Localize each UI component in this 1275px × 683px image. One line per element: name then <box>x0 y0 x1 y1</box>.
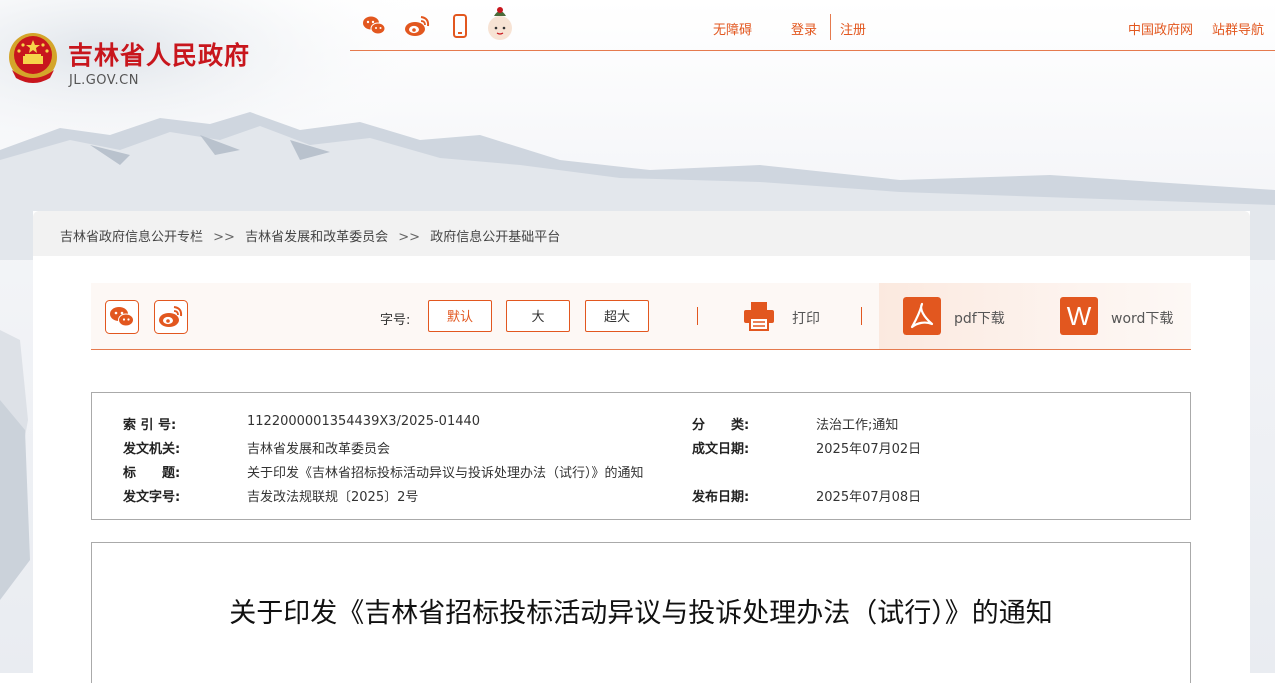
login-divider <box>830 14 831 40</box>
publish-date-label: 发布日期: <box>692 490 750 505</box>
breadcrumb-item-platform[interactable]: 政府信息公开基础平台 <box>430 230 560 245</box>
content-panel: 吉林省政府信息公开专栏 >> 吉林省发展和改革委员会 >> 政府信息公开基础平台… <box>33 211 1250 683</box>
toolbar-divider <box>697 307 698 325</box>
download-area: pdf下载 W word下载 <box>879 283 1191 349</box>
written-date-label: 成文日期: <box>692 442 750 457</box>
written-date-value: 2025年07月02日 <box>816 442 922 457</box>
toolbar-divider <box>861 307 862 325</box>
breadcrumb-item-info-column[interactable]: 吉林省政府信息公开专栏 <box>60 230 203 245</box>
article-toolbar: 字号: 默认 大 超大 打印 pdf下载 W word下载 <box>91 283 1191 350</box>
document-number-value: 吉发改法规联规〔2025〕2号 <box>247 490 419 505</box>
font-size-xlarge-button[interactable]: 超大 <box>585 300 649 332</box>
breadcrumb: 吉林省政府信息公开专栏 >> 吉林省发展和改革委员会 >> 政府信息公开基础平台 <box>60 226 560 245</box>
site-title[interactable]: 吉林省人民政府 <box>68 36 250 72</box>
national-emblem-icon <box>9 33 57 83</box>
breadcrumb-separator: >> <box>213 230 235 245</box>
mobile-icon[interactable] <box>452 14 468 38</box>
breadcrumb-item-drc[interactable]: 吉林省发展和改革委员会 <box>245 230 388 245</box>
font-size-large-button[interactable]: 大 <box>506 300 570 332</box>
index-number-value: 1122000001354439X3/2025-01440 <box>247 414 481 429</box>
article-title: 关于印发《吉林省招标投标活动异议与投诉处理办法（试行）》的通知 <box>229 598 1053 629</box>
share-wechat-icon[interactable] <box>105 300 139 334</box>
document-number-label: 发文字号: <box>123 490 181 505</box>
article-body: 关于印发《吉林省招标投标活动异议与投诉处理办法（试行）》的通知 <box>91 542 1191 683</box>
gov-portal-link[interactable]: 中国政府网 <box>1128 19 1193 38</box>
pdf-icon[interactable] <box>903 297 941 335</box>
category-label: 分 类: <box>692 418 750 433</box>
register-link[interactable]: 注册 <box>840 19 866 38</box>
assistant-avatar-icon[interactable] <box>486 4 514 42</box>
site-domain: JL.GOV.CN <box>69 73 139 88</box>
title-value: 关于印发《吉林省招标投标活动异议与投诉处理办法（试行）》的通知 <box>247 466 644 481</box>
wechat-icon[interactable] <box>362 14 386 38</box>
login-link[interactable]: 登录 <box>791 19 817 38</box>
breadcrumb-bar: 吉林省政府信息公开专栏 >> 吉林省发展和改革委员会 >> 政府信息公开基础平台 <box>33 211 1250 256</box>
issuer-label: 发文机关: <box>123 442 181 457</box>
share-weibo-icon[interactable] <box>154 300 188 334</box>
font-size-default-button[interactable]: 默认 <box>428 300 492 332</box>
top-bar: 无障碍 登录 注册 中国政府网 站群导航 <box>350 0 1275 51</box>
site-nav-link[interactable]: 站群导航 <box>1212 19 1264 38</box>
title-label: 标 题: <box>123 466 181 481</box>
accessibility-link[interactable]: 无障碍 <box>713 19 752 38</box>
weibo-icon[interactable] <box>404 14 430 38</box>
word-icon[interactable]: W <box>1060 297 1098 335</box>
word-download-link[interactable]: word下载 <box>1111 308 1173 328</box>
document-metadata-table: 索 引 号: 1122000001354439X3/2025-01440 分 类… <box>91 392 1191 520</box>
font-size-label: 字号: <box>380 313 411 328</box>
publish-date-value: 2025年07月08日 <box>816 490 922 505</box>
pdf-download-link[interactable]: pdf下载 <box>954 308 1005 328</box>
category-value: 法治工作;通知 <box>816 418 899 433</box>
index-number-label: 索 引 号: <box>123 418 177 433</box>
breadcrumb-separator: >> <box>398 230 421 245</box>
print-link[interactable]: 打印 <box>792 308 820 328</box>
printer-icon[interactable] <box>743 301 775 331</box>
issuer-value: 吉林省发展和改革委员会 <box>247 442 391 457</box>
